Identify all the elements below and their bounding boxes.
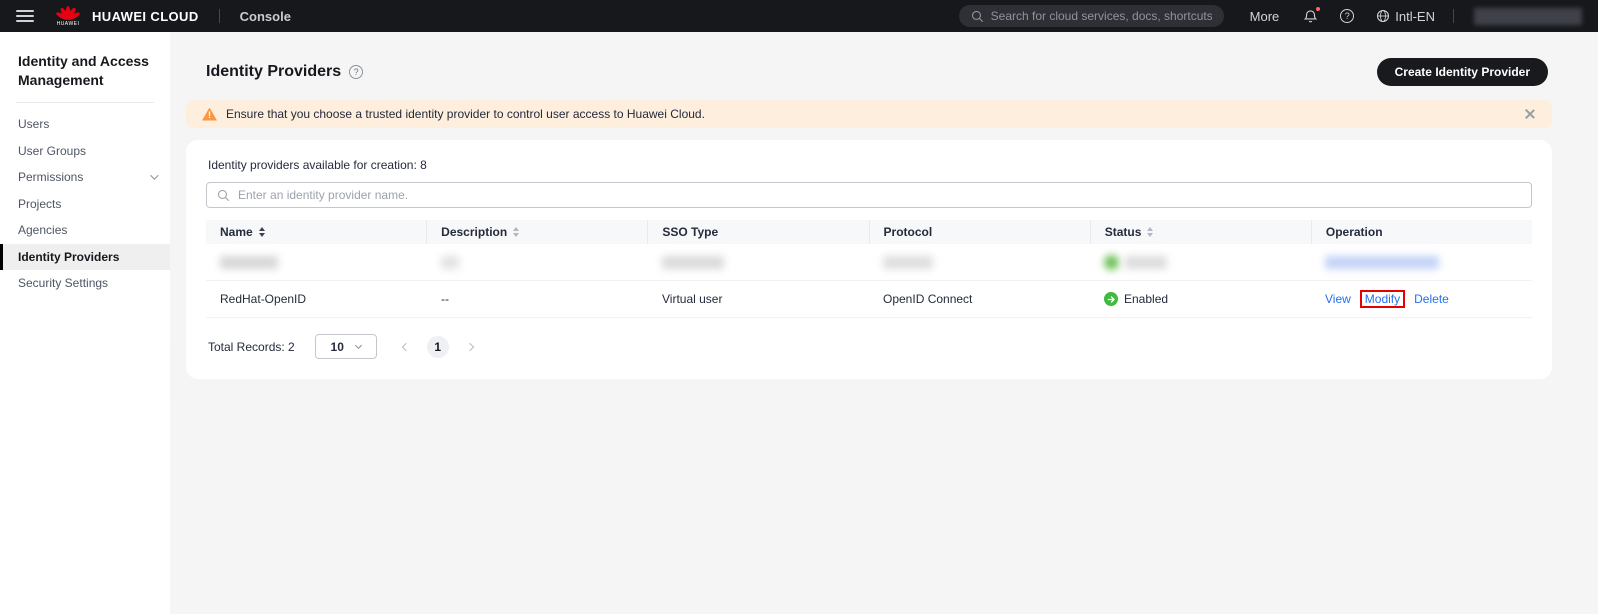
header-search[interactable] [959,5,1224,27]
chevron-down-icon [150,172,158,180]
warning-banner: Ensure that you choose a trusted identit… [186,100,1552,128]
huawei-logo-word: HUAWEI [57,21,80,27]
page-number-1[interactable]: 1 [427,336,449,358]
redacted-operation-links[interactable] [1325,256,1439,269]
header-search-input[interactable] [991,9,1212,23]
huawei-logo: HUAWEI [56,6,80,27]
header-divider [1453,9,1454,23]
sidebar: Identity and Access Management Users Use… [0,32,170,614]
table-footer: Total Records: 2 10 1 [206,334,1532,359]
table-row-redacted [206,244,1532,281]
globe-icon [1376,9,1390,23]
pagination: 1 [395,336,481,358]
more-menu[interactable]: More [1250,9,1280,24]
identity-providers-card: Identity providers available for creatio… [186,140,1552,379]
column-header-operation: Operation [1311,220,1532,244]
prev-page-button[interactable] [395,336,417,358]
notification-badge [1315,6,1321,12]
provider-search[interactable] [206,182,1532,208]
sidebar-item-projects[interactable]: Projects [0,191,170,218]
table-header-row: Name Description SSO Type Protocol Statu… [206,220,1532,244]
warning-icon [202,108,217,121]
locale-selector[interactable]: Intl-EN [1376,9,1435,24]
page-size-select[interactable]: 10 [315,334,377,359]
redacted-status-icon [1104,255,1119,270]
view-link[interactable]: View [1325,292,1351,306]
sort-icon [259,227,265,237]
brand-title: HUAWEI CLOUD [92,9,199,24]
redacted-protocol [883,256,933,269]
delete-link[interactable]: Delete [1414,292,1449,306]
sidebar-title: Identity and Access Management [18,52,152,90]
chevron-down-icon [355,341,362,348]
search-icon [971,10,984,23]
column-header-protocol: Protocol [869,220,1090,244]
sidebar-item-user-groups[interactable]: User Groups [0,138,170,165]
modify-annotation-box: Modify [1360,290,1405,308]
help-button[interactable] [1340,9,1354,23]
console-link[interactable]: Console [240,9,291,24]
sort-icon [1147,227,1153,237]
redacted-name [220,256,278,269]
status-enabled-icon [1104,292,1118,306]
column-header-description[interactable]: Description [426,220,647,244]
chevron-right-icon [465,342,473,350]
sidebar-divider [16,102,154,103]
sidebar-item-users[interactable]: Users [0,111,170,138]
create-identity-provider-button[interactable]: Create Identity Provider [1377,58,1548,86]
warning-text: Ensure that you choose a trusted identit… [226,107,705,121]
providers-table: Name Description SSO Type Protocol Statu… [206,220,1532,318]
question-icon [1340,9,1354,23]
table-row-redhat-openid: RedHat-OpenID -- Virtual user OpenID Con… [206,281,1532,318]
main-content: Identity Providers Create Identity Provi… [170,32,1598,614]
sort-icon [513,227,519,237]
banner-close-icon[interactable] [1524,108,1536,120]
page-header: Identity Providers Create Identity Provi… [186,58,1552,86]
locale-label: Intl-EN [1395,9,1435,24]
provider-protocol: OpenID Connect [883,292,972,306]
provider-description: -- [441,292,449,306]
provider-search-input[interactable] [238,188,1521,202]
status-label: Enabled [1124,292,1168,306]
column-header-sso-type: SSO Type [647,220,868,244]
provider-sso-type: Virtual user [662,292,722,306]
notifications-button[interactable] [1303,9,1318,24]
top-bar: HUAWEI HUAWEI CLOUD Console More Intl-EN [0,0,1598,32]
total-records-label: Total Records: 2 [208,340,295,354]
page-title: Identity Providers [206,63,341,81]
redacted-description [441,256,459,269]
chevron-left-icon [401,342,409,350]
sidebar-item-identity-providers[interactable]: Identity Providers [0,244,170,271]
account-name-redacted[interactable] [1474,8,1582,25]
available-note: Identity providers available for creatio… [208,158,1532,172]
sidebar-item-agencies[interactable]: Agencies [0,217,170,244]
page-help-icon[interactable] [349,65,363,79]
sidebar-item-security-settings[interactable]: Security Settings [0,270,170,297]
sidebar-item-permissions[interactable]: Permissions [0,164,170,191]
modify-link[interactable]: Modify [1365,292,1400,306]
column-header-name[interactable]: Name [206,220,426,244]
next-page-button[interactable] [459,336,481,358]
redacted-sso-type [662,256,724,269]
provider-name: RedHat-OpenID [220,292,306,306]
redacted-status [1125,256,1167,269]
column-header-status[interactable]: Status [1090,220,1311,244]
search-icon [217,189,230,202]
operation-links: View Modify Delete [1325,290,1449,308]
hamburger-icon [16,10,34,12]
header-divider [219,9,220,23]
hamburger-menu-button[interactable] [16,10,34,22]
